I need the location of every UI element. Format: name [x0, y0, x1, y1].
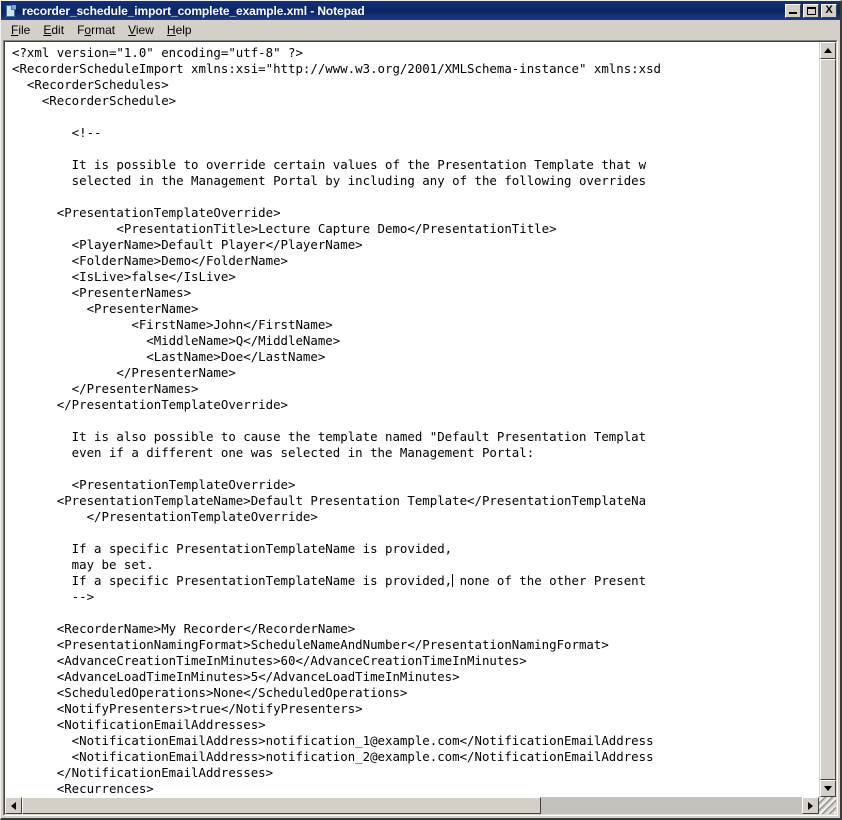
code-line: <PresentationTitle>Lecture Capture Demo<… [12, 221, 557, 236]
horizontal-scroll-thumb[interactable] [22, 797, 541, 814]
minimize-button[interactable] [785, 3, 801, 18]
menu-item-format-rest: rmat [91, 23, 116, 37]
editor-frame: <?xml version="1.0" encoding="utf-8" ?> <… [4, 41, 837, 815]
code-line: <NotificationEmailAddress>notification_1… [12, 733, 654, 748]
scroll-right-button[interactable] [802, 797, 819, 814]
code-line: <Recurrences> [12, 781, 154, 796]
vertical-scroll-track[interactable] [820, 59, 836, 780]
title-bar-buttons: X [785, 3, 837, 18]
minimize-icon [789, 11, 797, 14]
code-line: <MiddleName>Q</MiddleName> [12, 333, 341, 348]
scroll-up-button[interactable] [820, 42, 836, 59]
code-line: <PresentationNamingFormat>ScheduleNameAn… [12, 637, 609, 652]
code-line: <PresentationTemplateName>Default Presen… [12, 493, 647, 508]
code-line: <NotifyPresenters>true</NotifyPresenters… [12, 701, 363, 716]
code-line: <AdvanceLoadTimeInMinutes>5</AdvanceLoad… [12, 669, 460, 684]
menu-item-help-rest: elp [175, 23, 192, 37]
menu-item-help[interactable]: Help [161, 21, 199, 39]
code-line: </NotificationEmailAddresses> [12, 765, 274, 780]
code-line: <AdvanceCreationTimeInMinutes>60</Advanc… [12, 653, 527, 668]
code-line: </PresenterNames> [12, 381, 199, 396]
code-line: <PresenterName> [12, 301, 199, 316]
code-line: <PresentationTemplateOverride> [12, 477, 296, 492]
window-title: recorder_schedule_import_complete_exampl… [22, 3, 365, 18]
menu-item-view-rest: iew [135, 23, 154, 37]
scroll-left-button[interactable] [5, 797, 22, 814]
editor-row: <?xml version="1.0" encoding="utf-8" ?> <… [5, 42, 836, 797]
code-line: <FolderName>Demo</FolderName> [12, 253, 289, 268]
horizontal-scroll-track[interactable] [22, 797, 802, 814]
text-editor[interactable]: <?xml version="1.0" encoding="utf-8" ?> <… [5, 42, 819, 797]
menu-item-edit[interactable]: Edit [37, 21, 71, 39]
resize-grip-icon[interactable] [819, 797, 836, 814]
code-line: <PlayerName>Default Player</PlayerName> [12, 237, 363, 252]
code-line: <RecorderName>My Recorder</RecorderName> [12, 621, 356, 636]
close-button[interactable]: X [821, 3, 837, 18]
maximize-icon [807, 6, 816, 15]
scroll-up-arrow-icon [824, 48, 832, 53]
code-line: --> [12, 589, 95, 604]
code-line: It is also possible to cause the templat… [12, 429, 647, 444]
code-line: <NotificationEmailAddresses> [12, 717, 266, 732]
code-line: <PresenterNames> [12, 285, 192, 300]
code-line: If a specific PresentationTemplateName i… [12, 541, 453, 556]
title-bar[interactable]: recorder_schedule_import_complete_exampl… [1, 1, 840, 20]
code-line: may be set. [12, 557, 154, 572]
scroll-down-arrow-icon [824, 786, 832, 791]
vertical-scrollbar[interactable] [819, 42, 836, 797]
vertical-scroll-thumb[interactable] [820, 59, 836, 780]
code-line: <ScheduledOperations>None</ScheduledOper… [12, 685, 408, 700]
menu-item-format[interactable]: Format [71, 21, 122, 39]
code-line: If a specific PresentationTemplateName i… [12, 573, 819, 589]
code-line: </PresenterName> [12, 365, 236, 380]
code-line: <?xml version="1.0" encoding="utf-8" ?> [12, 45, 303, 60]
menu-item-file-rest: ile [18, 23, 31, 37]
code-line: <NotificationEmailAddress>notification_2… [12, 749, 654, 764]
code-line: <RecorderSchedule> [12, 93, 177, 108]
code-line: <IsLive>false</IsLive> [12, 269, 236, 284]
code-line: <FirstName>John</FirstName> [12, 317, 333, 332]
menu-item-file[interactable]: File [5, 21, 37, 39]
scroll-left-arrow-icon [11, 801, 16, 810]
code-line: </PresentationTemplateOverride> [12, 509, 318, 524]
code-line-text: If a specific PresentationTemplateName i… [12, 573, 453, 588]
notepad-document-icon [4, 4, 18, 18]
menu-item-view[interactable]: View [122, 21, 161, 39]
close-icon: X [825, 4, 833, 16]
scroll-down-button[interactable] [820, 780, 836, 797]
code-line: It is possible to override certain value… [12, 157, 647, 172]
maximize-button[interactable] [803, 3, 819, 18]
code-line: selected in the Management Portal by inc… [12, 173, 647, 188]
code-line: <!-- [12, 125, 102, 140]
code-line-text-after: none of the other Present [452, 573, 647, 588]
menu-bar: File Edit Format View Help [1, 20, 840, 40]
horizontal-scrollbar[interactable] [5, 797, 836, 814]
code-line: <RecorderSchedules> [12, 77, 169, 92]
notepad-window: recorder_schedule_import_complete_exampl… [0, 0, 842, 820]
code-line: <LastName>Doe</LastName> [12, 349, 326, 364]
menu-item-edit-rest: dit [51, 23, 65, 37]
code-line: even if a different one was selected in … [12, 445, 535, 460]
scroll-right-arrow-icon [808, 801, 813, 810]
code-line: <RecorderScheduleImport xmlns:xsi="http:… [12, 61, 662, 76]
code-line: <PresentationTemplateOverride> [12, 205, 281, 220]
client-area: <?xml version="1.0" encoding="utf-8" ?> <… [3, 40, 838, 816]
code-line: </PresentationTemplateOverride> [12, 397, 289, 412]
